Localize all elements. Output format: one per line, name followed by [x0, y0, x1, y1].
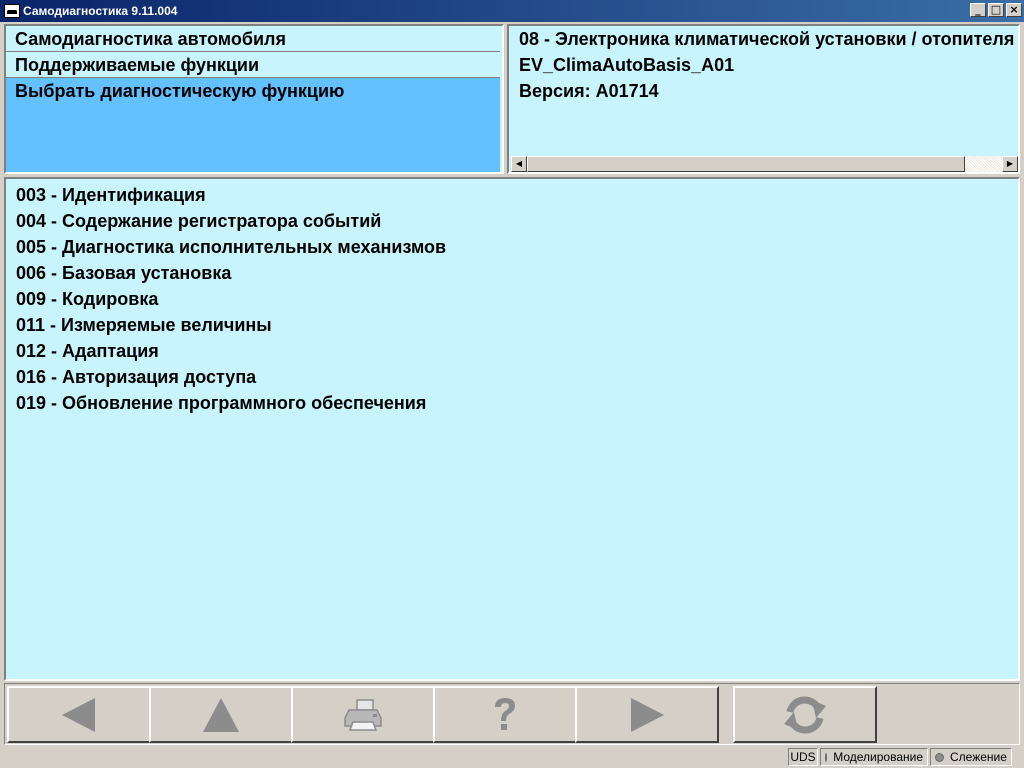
list-item[interactable]: 004 - Содержание регистратора событий [6, 208, 1018, 234]
scroll-right-button[interactable]: ▶ [1002, 156, 1018, 172]
refresh-icon [784, 695, 826, 734]
function-list: 003 - Идентификация 004 - Содержание рег… [4, 177, 1020, 681]
list-item[interactable]: 011 - Измеряемые величины [6, 312, 1018, 338]
control-unit-name: 08 - Электроника климатической установки… [519, 29, 1015, 49]
bottom-toolbar [4, 683, 1020, 745]
minimize-button[interactable]: _ [970, 3, 986, 17]
scroll-left-button[interactable]: ◀ [511, 156, 527, 172]
scroll-track[interactable] [965, 156, 1002, 172]
help-button[interactable] [433, 686, 577, 743]
protocol-status: UDS [788, 748, 818, 766]
tracking-label: Слежение [950, 750, 1007, 764]
simulation-label: Моделирование [833, 750, 923, 764]
control-unit-variant: EV_ClimaAutoBasis_A01 [519, 55, 735, 75]
navigation-menu: Самодиагностика автомобиля Поддерживаемы… [4, 24, 504, 174]
list-item[interactable]: 009 - Кодировка [6, 286, 1018, 312]
status-bar: UDS Моделирование Слежение [0, 746, 1024, 768]
menu-item-vehicle-selfdiag[interactable]: Самодиагностика автомобиля [6, 26, 500, 52]
protocol-label: UDS [790, 750, 816, 764]
arrow-left-icon [62, 697, 95, 732]
close-button[interactable]: × [1006, 3, 1022, 17]
arrow-up-icon [203, 697, 239, 732]
list-item[interactable]: 012 - Адаптация [6, 338, 1018, 364]
up-button[interactable] [149, 686, 293, 743]
refresh-button[interactable] [733, 686, 877, 743]
menu-item-supported-functions[interactable]: Поддерживаемые функции [6, 52, 500, 78]
status-led-icon [825, 752, 828, 762]
status-led-icon [935, 752, 944, 762]
list-item[interactable]: 005 - Диагностика исполнительных механиз… [6, 234, 1018, 260]
forward-button[interactable] [575, 686, 719, 743]
car-icon [4, 4, 20, 18]
menu-item-select-function[interactable]: Выбрать диагностическую функцию [6, 78, 500, 172]
list-item[interactable]: 016 - Авторизация доступа [6, 364, 1018, 390]
title-bar[interactable]: Самодиагностика 9.11.004 _ □ × [0, 0, 1024, 22]
simulation-status: Моделирование [820, 748, 928, 766]
list-item[interactable]: 006 - Базовая установка [6, 260, 1018, 286]
list-item[interactable]: 019 - Обновление программного обеспечени… [6, 390, 1018, 416]
horizontal-scrollbar[interactable]: ◀ ▶ [511, 156, 1018, 172]
maximize-button[interactable]: □ [988, 3, 1004, 17]
window-controls: _ □ × [968, 3, 1022, 17]
scroll-thumb[interactable] [527, 156, 965, 172]
help-icon [495, 697, 515, 730]
arrow-right-icon [631, 697, 664, 732]
window-title: Самодиагностика 9.11.004 [23, 4, 178, 18]
control-unit-version: Версия: A01714 [519, 81, 659, 101]
tracking-status: Слежение [930, 748, 1012, 766]
printer-icon [344, 698, 382, 731]
print-button[interactable] [291, 686, 435, 743]
list-item[interactable]: 003 - Идентификация [6, 182, 1018, 208]
control-unit-info: 08 - Электроника климатической установки… [507, 24, 1020, 174]
back-button[interactable] [7, 686, 151, 743]
